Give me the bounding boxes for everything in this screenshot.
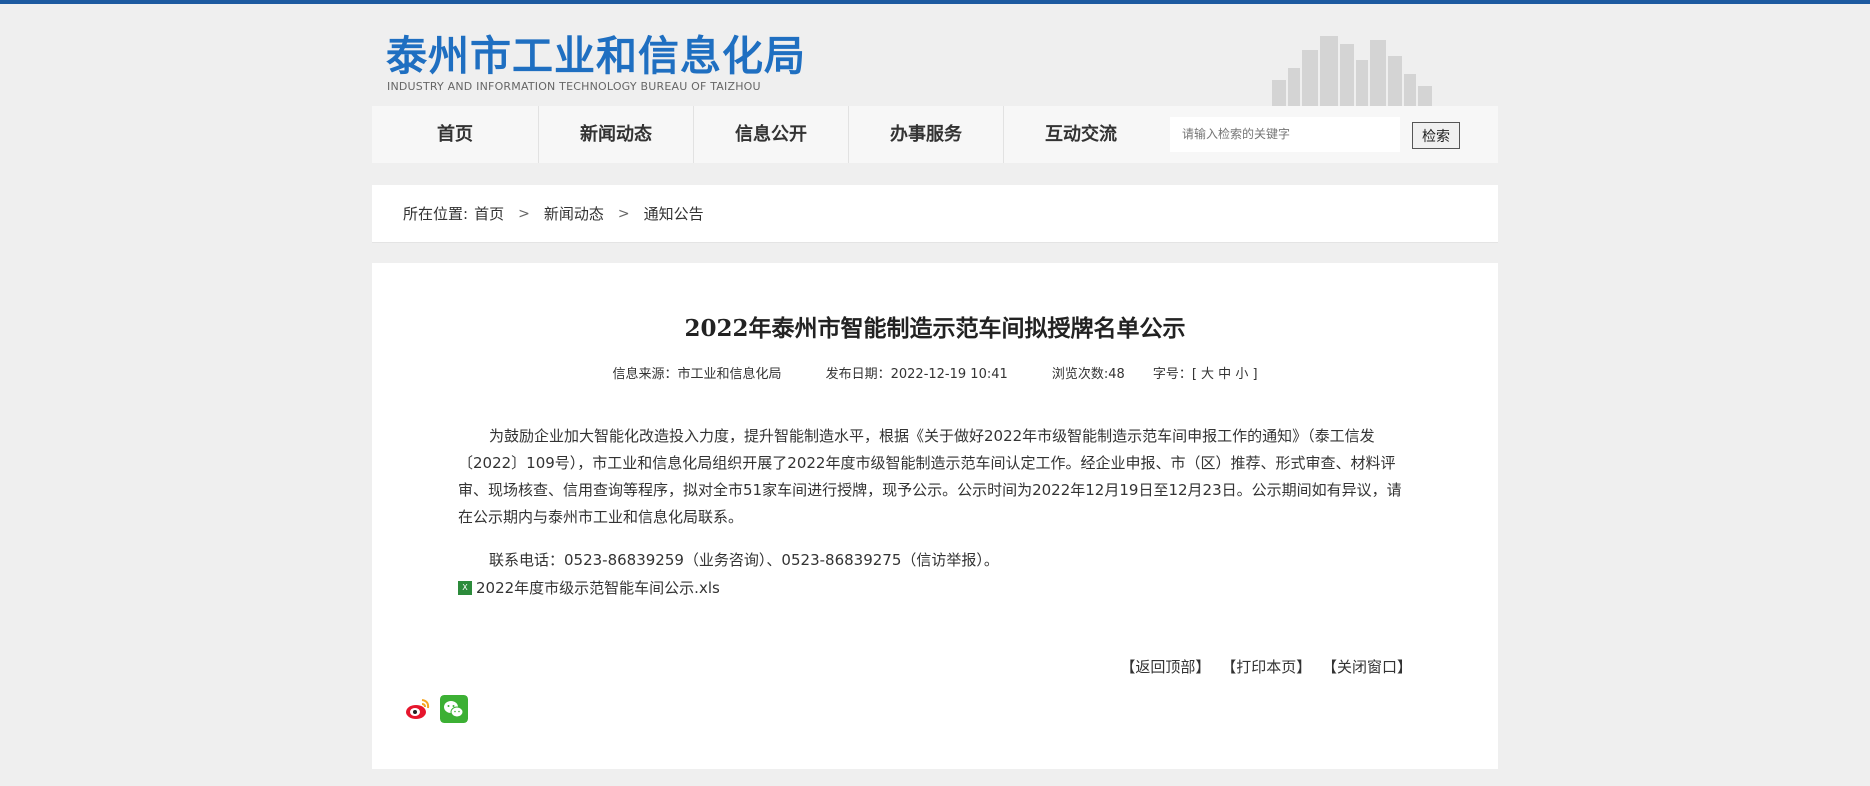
wechat-icon[interactable] <box>440 695 468 723</box>
site-title[interactable]: 泰州市工业和信息化局 <box>386 22 806 82</box>
site-header: 泰州市工业和信息化局 INDUSTRY AND INFORMATION TECH… <box>372 4 1498 108</box>
article-paragraph: 为鼓励企业加大智能化改造投入力度，提升智能制造水平，根据《关于做好2022年市级… <box>458 427 1402 526</box>
weibo-icon[interactable] <box>404 695 432 723</box>
back-to-top-link[interactable]: 【返回顶部】 <box>1120 658 1210 676</box>
attachment-link[interactable]: X 2022年度市级示范智能车间公示.xls <box>458 577 720 598</box>
font-size-control[interactable]: 字号：[ 大 中 小 ] <box>1153 367 1258 382</box>
nav-item-services[interactable]: 办事服务 <box>849 106 1004 163</box>
main-nav: 首页 新闻动态 信息公开 办事服务 互动交流 检索 <box>372 106 1498 163</box>
meta-views: 浏览次数:48 <box>1051 367 1125 382</box>
breadcrumb-separator: > <box>617 205 630 222</box>
meta-date: 发布日期：2022-12-19 10:41 <box>825 367 1008 382</box>
nav-item-news[interactable]: 新闻动态 <box>539 106 694 163</box>
site-subtitle: INDUSTRY AND INFORMATION TECHNOLOGY BURE… <box>387 80 761 93</box>
attachment-filename[interactable]: 2022年度市级示范智能车间公示.xls <box>476 577 720 598</box>
article-title: 2022年泰州市智能制造示范车间拟授牌名单公示 <box>684 315 1186 342</box>
breadcrumb-separator: > <box>518 205 530 222</box>
search-input[interactable] <box>1170 117 1400 150</box>
breadcrumb: 所在位置: 首页 > 新闻动态 > 通知公告 <box>372 185 1498 243</box>
breadcrumb-item-notices[interactable]: 通知公告 <box>644 203 704 224</box>
skyline-decoration <box>1272 36 1432 108</box>
search-box <box>1170 117 1400 152</box>
breadcrumb-item-home[interactable]: 首页 <box>474 203 504 224</box>
close-window-link[interactable]: 【关闭窗口】 <box>1322 658 1412 676</box>
breadcrumb-item-news[interactable]: 新闻动态 <box>544 203 604 224</box>
share-bar <box>404 695 468 723</box>
contact-paragraph: 联系电话：0523-86839259（业务咨询）、0523-86839275（信… <box>489 551 999 569</box>
meta-source: 信息来源：市工业和信息化局 <box>612 367 782 382</box>
article-container: 2022年泰州市智能制造示范车间拟授牌名单公示 信息来源：市工业和信息化局 发布… <box>372 263 1498 769</box>
excel-file-icon: X <box>458 580 472 595</box>
print-page-link[interactable]: 【打印本页】 <box>1221 658 1311 676</box>
nav-item-info-disclosure[interactable]: 信息公开 <box>694 106 849 163</box>
article-body: 为鼓励企业加大智能化改造投入力度，提升智能制造水平，根据《关于做好2022年市级… <box>458 423 1404 590</box>
article-meta: 信息来源：市工业和信息化局 发布日期：2022-12-19 10:41 浏览次数… <box>372 363 1498 382</box>
nav-item-interaction[interactable]: 互动交流 <box>1004 106 1158 163</box>
article-actions: 【返回顶部】 【打印本页】 【关闭窗口】 <box>1114 656 1412 677</box>
nav-item-home[interactable]: 首页 <box>372 106 539 163</box>
breadcrumb-label: 所在位置: <box>403 205 469 223</box>
search-button[interactable]: 检索 <box>1412 122 1460 149</box>
